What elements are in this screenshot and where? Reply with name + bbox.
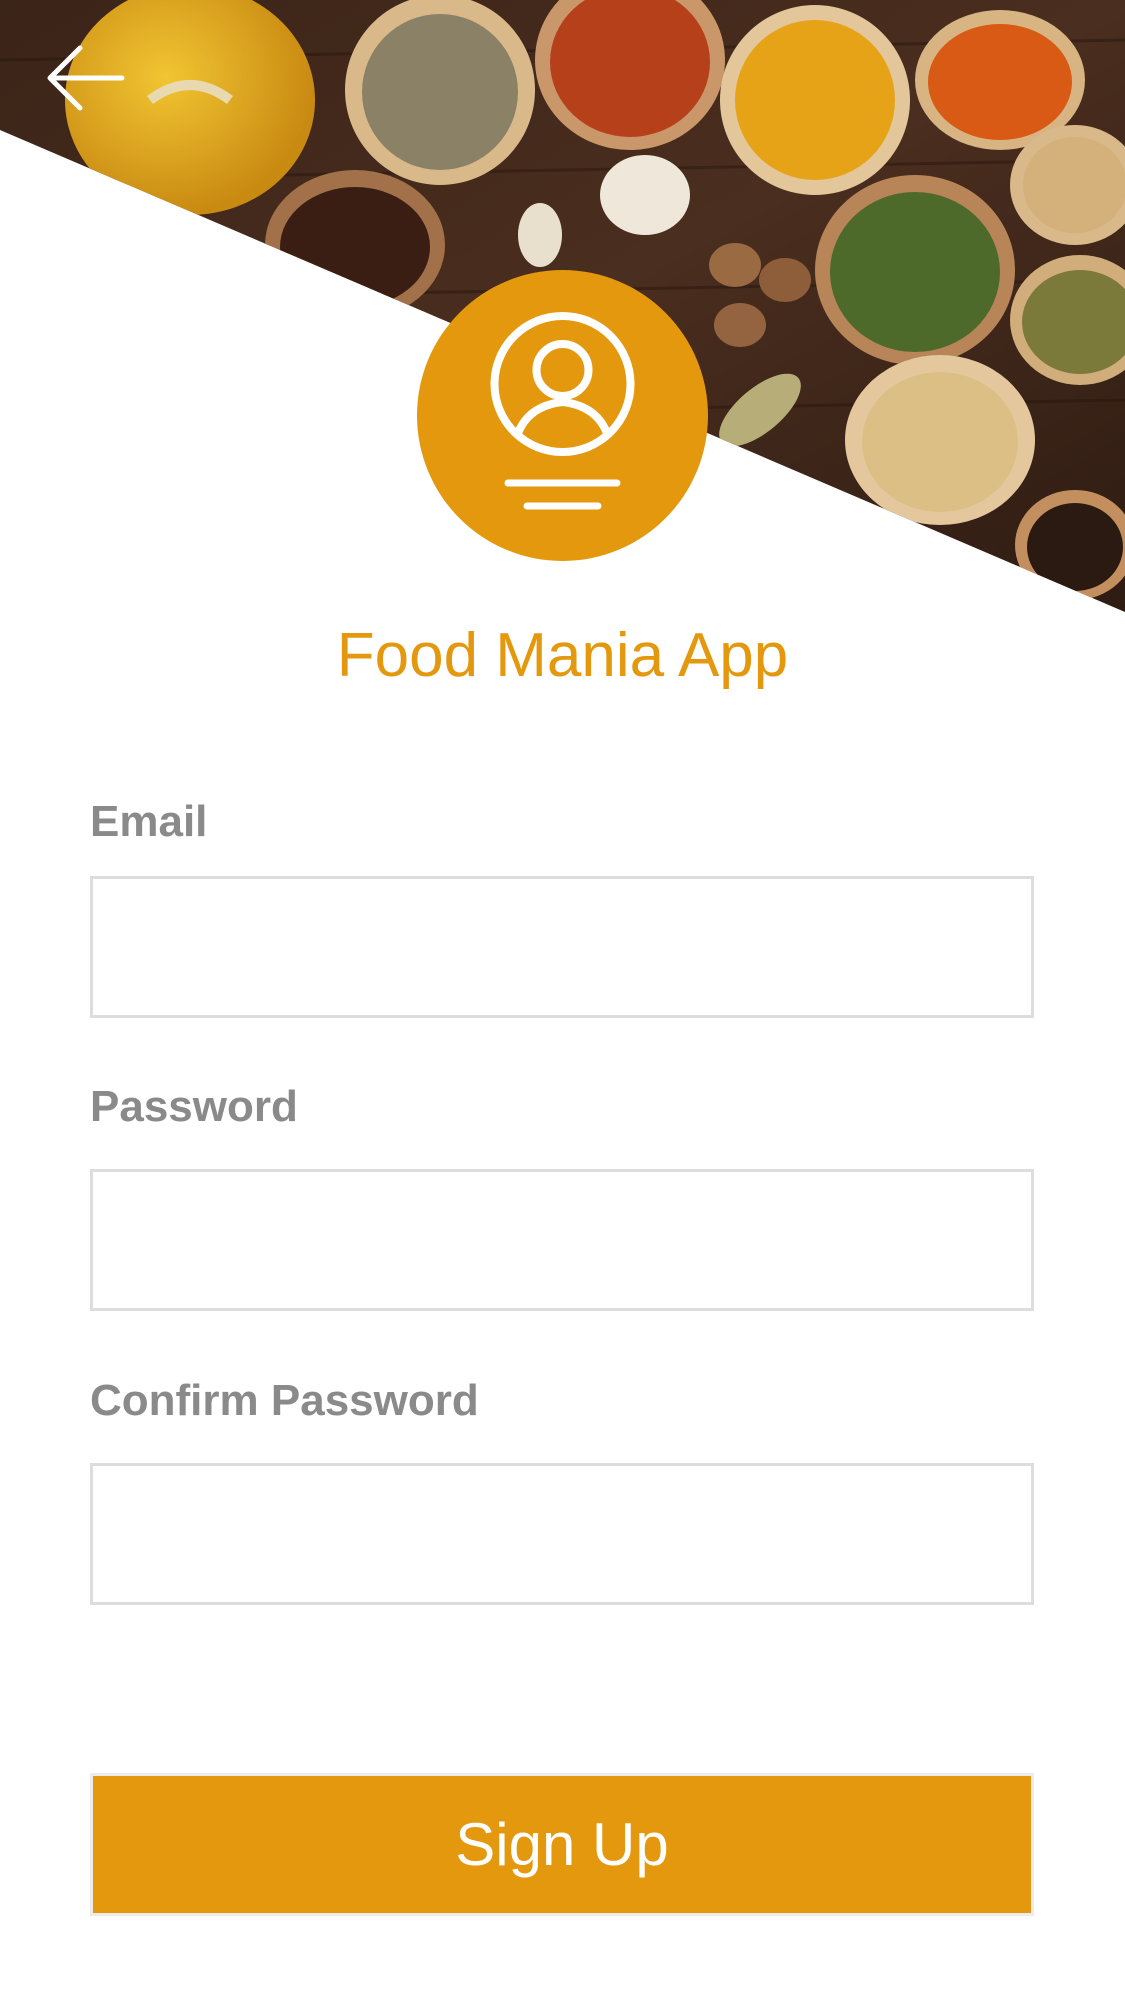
back-button[interactable] [40,38,130,118]
arrow-left-icon [47,45,125,111]
avatar [417,270,708,561]
confirm-password-input[interactable] [90,1463,1034,1605]
email-label: Email [90,797,208,846]
password-label: Password [90,1082,298,1131]
user-profile-icon [490,312,635,510]
email-input[interactable] [90,876,1034,1018]
sign-up-button[interactable]: Sign Up [90,1773,1034,1916]
password-input[interactable] [90,1169,1034,1311]
app-title: Food Mania App [336,621,789,690]
confirm-password-label: Confirm Password [90,1376,479,1425]
